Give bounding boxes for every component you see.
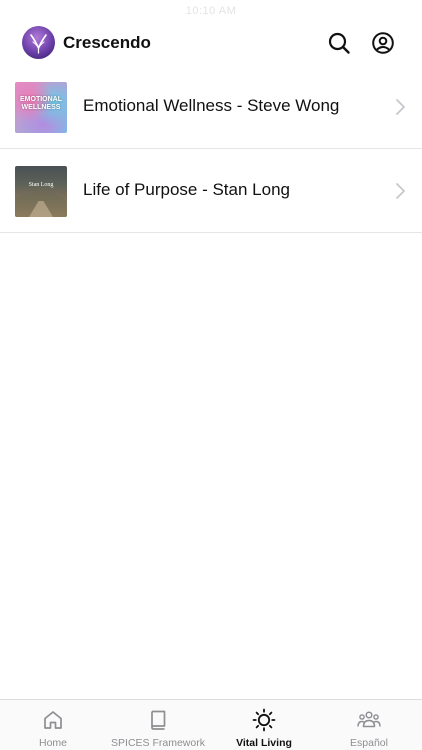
app-header: Crescendo	[0, 24, 422, 64]
list-item-title: Life of Purpose - Stan Long	[83, 180, 290, 199]
search-button[interactable]	[326, 30, 352, 56]
app-title: Crescendo	[63, 33, 151, 52]
tab-vital-living[interactable]: Vital Living	[211, 700, 317, 750]
account-button[interactable]	[370, 30, 396, 56]
tab-espanol[interactable]: Español	[316, 700, 422, 750]
life-of-purpose-thumbnail: Stan Long	[15, 166, 67, 217]
tab-label: SPICES Framework	[111, 737, 205, 749]
bottom-tab-bar: Home SPICES Framework Vital Living Españ…	[0, 699, 422, 750]
search-icon	[328, 32, 350, 54]
group-icon	[357, 711, 381, 728]
tab-home[interactable]: Home	[0, 700, 106, 750]
account-circle-icon	[372, 32, 394, 54]
app-screen: 10:10 AM Crescendo EMOTIONAL WELLNESS Em…	[0, 0, 422, 750]
chevron-right-icon	[396, 99, 405, 115]
crescendo-logo-icon	[22, 26, 55, 59]
podcast-list: EMOTIONAL WELLNESS Emotional Wellness - …	[0, 65, 422, 233]
emotional-wellness-thumbnail: EMOTIONAL WELLNESS	[15, 82, 67, 133]
home-icon	[44, 711, 62, 729]
tab-label: Vital Living	[236, 737, 292, 749]
thumbnail-text: Stan Long	[28, 182, 54, 188]
tab-label: Español	[350, 737, 388, 749]
chevron-right-icon	[396, 183, 405, 199]
list-item[interactable]: Stan Long Life of Purpose - Stan Long	[0, 149, 422, 233]
sun-icon	[252, 708, 276, 732]
tab-spices-framework[interactable]: SPICES Framework	[105, 700, 211, 750]
thumbnail-text: EMOTIONAL WELLNESS	[20, 96, 62, 111]
tab-label: Home	[38, 737, 67, 749]
list-item-title: Emotional Wellness - Steve Wong	[83, 96, 340, 115]
list-item[interactable]: EMOTIONAL WELLNESS Emotional Wellness - …	[0, 65, 422, 149]
status-bar-time: 10:10 AM	[185, 5, 237, 17]
book-icon	[151, 710, 166, 730]
